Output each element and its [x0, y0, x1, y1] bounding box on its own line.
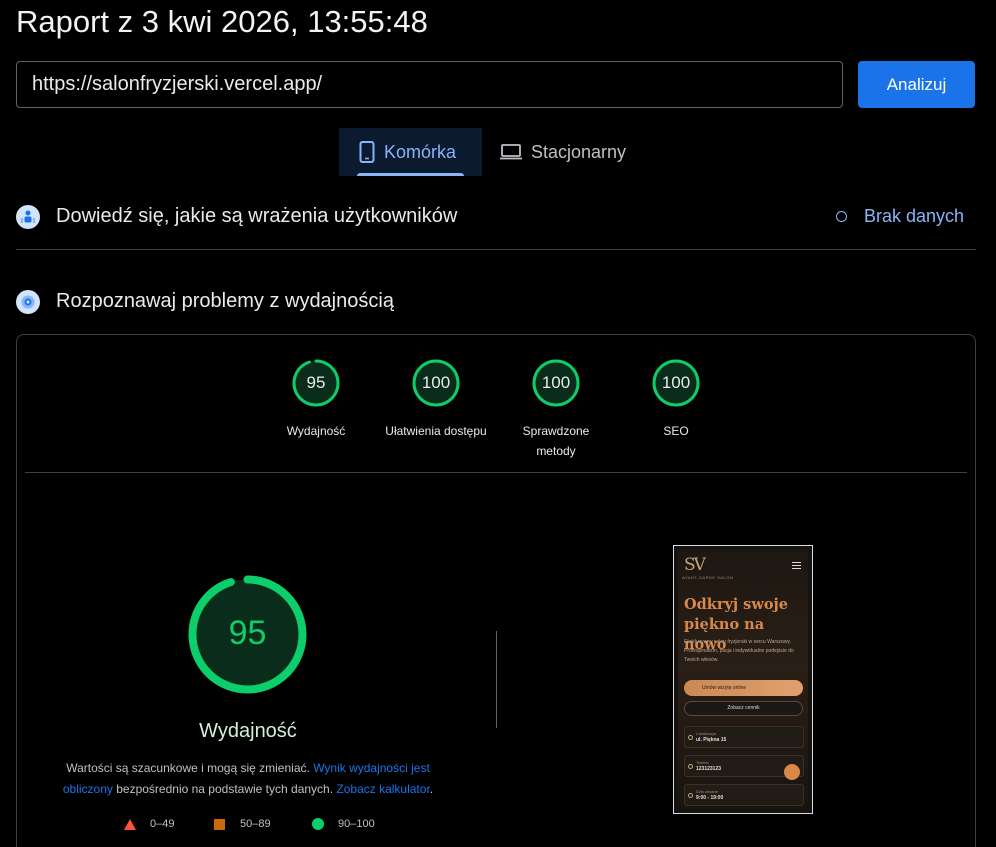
users-icon [16, 205, 40, 229]
hamburger-icon [792, 562, 801, 569]
gauges-divider [25, 472, 967, 473]
tab-mobile-label: Komórka [384, 141, 457, 162]
laptop-icon [500, 144, 522, 160]
no-data-status[interactable]: Brak danych [836, 206, 964, 227]
score-label: Ułatwienia dostępu [385, 424, 487, 438]
score-value: 100 [541, 373, 571, 392]
legend-pass-label: 90–100 [338, 818, 375, 830]
desc-text-2: bezpośrednio na podstawie tych danych. [116, 782, 334, 796]
diagnose-title: Rozpoznawaj problemy z wydajnością [56, 290, 394, 312]
circle-icon [312, 818, 324, 830]
performance-main-gauge: 95 [187, 574, 308, 695]
phone-icon [359, 141, 375, 163]
tab-desktop-label: Stacjonarny [531, 141, 627, 162]
info-value: 9:00 - 19:00 [696, 795, 724, 801]
main-score-value: 95 [228, 614, 267, 652]
info-key: Dziś otwarte [696, 789, 719, 794]
clock-icon [688, 793, 693, 798]
square-icon [214, 818, 225, 830]
info-key: Telefon [696, 760, 709, 765]
phone-icon [688, 764, 693, 769]
final-screenshot: SV AVANT-GARDE SALON Odkryj swoje piękno… [673, 545, 813, 814]
calendar-fab-icon [784, 764, 800, 780]
info-icon [836, 211, 847, 222]
salon-logo: SV [684, 555, 706, 575]
info-hours: Dziś otwarte 9:00 - 19:00 [684, 784, 804, 806]
info-value: ul. Piękna 15 [696, 737, 727, 743]
score-label: SEO [663, 424, 689, 438]
no-data-label: Brak danych [864, 206, 965, 226]
desc-text-3: . [429, 782, 434, 796]
score-gauge-accessibility[interactable]: 100 Ułatwienia dostępu [381, 358, 491, 441]
pin-icon [688, 735, 693, 740]
legend-pass: 90–100 [312, 818, 375, 830]
screenshot-content: SV AVANT-GARDE SALON Odkryj swoje piękno… [678, 550, 808, 809]
calculator-link[interactable]: Zobacz kalkulator [336, 782, 429, 796]
score-gauge-seo[interactable]: 100 SEO [626, 358, 726, 441]
score-gauge-performance[interactable]: 95 Wydajność [266, 358, 366, 441]
info-location: Lokalizacja ul. Piękna 15 [684, 726, 804, 748]
url-input[interactable]: https://salonfryzjerski.vercel.app/ [16, 61, 843, 108]
legend-fail-label: 0–49 [150, 818, 175, 830]
report-title: Raport z 3 kwi 2026, 13:55:48 [16, 4, 428, 39]
hero-paragraph: Ekskluzywny salon fryzjerski w sercu War… [684, 639, 794, 663]
score-value: 100 [661, 373, 691, 392]
desc-text-1: Wartości są szacunkowe i mogą się zmieni… [66, 761, 310, 775]
crux-title: Dowiedź się, jakie są wrażenia użytkowni… [56, 205, 458, 227]
tab-mobile[interactable]: Komórka [339, 128, 482, 176]
triangle-icon [124, 818, 136, 830]
score-gauge-best-practices[interactable]: 100 Sprawdzone metody [511, 358, 601, 461]
score-value: 95 [306, 373, 326, 392]
price-list-button: Zobacz cennik [684, 701, 803, 716]
vertical-divider [496, 631, 497, 728]
lighthouse-icon [16, 290, 40, 314]
score-description: Wartości są szacunkowe i mogą się zmieni… [58, 758, 438, 800]
legend-average: 50–89 [214, 818, 271, 830]
book-online-button: Umów wizytę online [684, 680, 803, 696]
active-tab-indicator [357, 173, 464, 176]
score-label: Sprawdzone metody [522, 424, 590, 458]
info-value: 123123123 [696, 766, 722, 772]
legend-average-label: 50–89 [240, 818, 271, 830]
tab-desktop[interactable]: Stacjonarny [500, 128, 660, 176]
main-score-label: Wydajność [199, 720, 297, 742]
salon-tagline: AVANT-GARDE SALON [682, 575, 734, 580]
legend-fail: 0–49 [124, 818, 174, 830]
analyze-button[interactable]: Analizuj [858, 61, 975, 108]
score-value: 100 [421, 373, 451, 392]
score-label: Wydajność [286, 424, 346, 438]
section-divider [16, 249, 976, 250]
info-key: Lokalizacja [696, 731, 716, 736]
